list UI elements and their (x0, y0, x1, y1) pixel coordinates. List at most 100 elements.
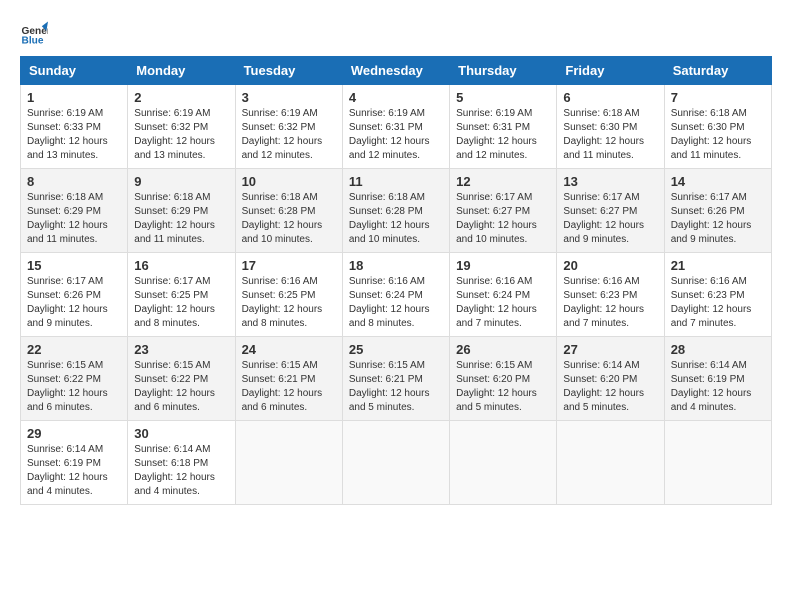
table-row: 20 Sunrise: 6:16 AM Sunset: 6:23 PM Dayl… (557, 253, 664, 337)
table-row: 10 Sunrise: 6:18 AM Sunset: 6:28 PM Dayl… (235, 169, 342, 253)
day-number: 3 (242, 90, 336, 105)
day-number: 19 (456, 258, 550, 273)
sunrise-label: Sunrise: 6:18 AM (134, 192, 210, 203)
sunset-label: Sunset: 6:31 PM (456, 122, 530, 133)
daylight-label: Daylight: 12 hours (134, 304, 215, 315)
day-number: 9 (134, 174, 228, 189)
day-info: Sunrise: 6:14 AM Sunset: 6:19 PM Dayligh… (27, 443, 121, 499)
sunset-label: Sunset: 6:29 PM (134, 206, 208, 217)
daylight-label: Daylight: 12 hours (456, 136, 537, 147)
day-number: 28 (671, 342, 765, 357)
day-info: Sunrise: 6:18 AM Sunset: 6:28 PM Dayligh… (349, 191, 443, 247)
daylight-minutes: and 7 minutes. (563, 318, 629, 329)
sunset-label: Sunset: 6:23 PM (563, 290, 637, 301)
day-number: 11 (349, 174, 443, 189)
table-row: 25 Sunrise: 6:15 AM Sunset: 6:21 PM Dayl… (342, 337, 449, 421)
table-row: 29 Sunrise: 6:14 AM Sunset: 6:19 PM Dayl… (21, 421, 128, 505)
day-number: 12 (456, 174, 550, 189)
table-row: 18 Sunrise: 6:16 AM Sunset: 6:24 PM Dayl… (342, 253, 449, 337)
day-info: Sunrise: 6:16 AM Sunset: 6:23 PM Dayligh… (563, 275, 657, 331)
sunset-label: Sunset: 6:28 PM (349, 206, 423, 217)
sunrise-label: Sunrise: 6:16 AM (671, 276, 747, 287)
sunset-label: Sunset: 6:20 PM (563, 374, 637, 385)
daylight-label: Daylight: 12 hours (27, 136, 108, 147)
sunset-label: Sunset: 6:27 PM (456, 206, 530, 217)
daylight-label: Daylight: 12 hours (456, 220, 537, 231)
sunrise-label: Sunrise: 6:16 AM (242, 276, 318, 287)
table-row: 22 Sunrise: 6:15 AM Sunset: 6:22 PM Dayl… (21, 337, 128, 421)
sunset-label: Sunset: 6:23 PM (671, 290, 745, 301)
day-number: 7 (671, 90, 765, 105)
sunset-label: Sunset: 6:32 PM (134, 122, 208, 133)
sunrise-label: Sunrise: 6:14 AM (563, 360, 639, 371)
day-info: Sunrise: 6:17 AM Sunset: 6:27 PM Dayligh… (563, 191, 657, 247)
day-number: 1 (27, 90, 121, 105)
daylight-label: Daylight: 12 hours (671, 220, 752, 231)
day-info: Sunrise: 6:19 AM Sunset: 6:33 PM Dayligh… (27, 107, 121, 163)
day-number: 25 (349, 342, 443, 357)
daylight-minutes: and 13 minutes. (134, 150, 205, 161)
logo: General Blue (20, 20, 52, 48)
sunset-label: Sunset: 6:31 PM (349, 122, 423, 133)
day-number: 27 (563, 342, 657, 357)
table-row: 24 Sunrise: 6:15 AM Sunset: 6:21 PM Dayl… (235, 337, 342, 421)
sunset-label: Sunset: 6:20 PM (456, 374, 530, 385)
sunrise-label: Sunrise: 6:16 AM (563, 276, 639, 287)
sunrise-label: Sunrise: 6:16 AM (349, 276, 425, 287)
day-info: Sunrise: 6:14 AM Sunset: 6:20 PM Dayligh… (563, 359, 657, 415)
day-number: 22 (27, 342, 121, 357)
day-number: 24 (242, 342, 336, 357)
daylight-minutes: and 11 minutes. (27, 234, 97, 245)
table-row (342, 421, 449, 505)
daylight-minutes: and 5 minutes. (563, 402, 629, 413)
table-row: 30 Sunrise: 6:14 AM Sunset: 6:18 PM Dayl… (128, 421, 235, 505)
day-info: Sunrise: 6:15 AM Sunset: 6:20 PM Dayligh… (456, 359, 550, 415)
table-row: 16 Sunrise: 6:17 AM Sunset: 6:25 PM Dayl… (128, 253, 235, 337)
table-row: 15 Sunrise: 6:17 AM Sunset: 6:26 PM Dayl… (21, 253, 128, 337)
day-info: Sunrise: 6:17 AM Sunset: 6:25 PM Dayligh… (134, 275, 228, 331)
daylight-minutes: and 12 minutes. (242, 150, 313, 161)
daylight-label: Daylight: 12 hours (27, 472, 108, 483)
day-number: 2 (134, 90, 228, 105)
sunrise-label: Sunrise: 6:15 AM (349, 360, 425, 371)
day-number: 10 (242, 174, 336, 189)
calendar-header-row: SundayMondayTuesdayWednesdayThursdayFrid… (21, 57, 772, 85)
day-info: Sunrise: 6:15 AM Sunset: 6:21 PM Dayligh… (242, 359, 336, 415)
daylight-minutes: and 5 minutes. (456, 402, 522, 413)
logo-icon: General Blue (20, 20, 48, 48)
calendar-week-row: 1 Sunrise: 6:19 AM Sunset: 6:33 PM Dayli… (21, 85, 772, 169)
day-info: Sunrise: 6:15 AM Sunset: 6:21 PM Dayligh… (349, 359, 443, 415)
table-row: 3 Sunrise: 6:19 AM Sunset: 6:32 PM Dayli… (235, 85, 342, 169)
table-row: 28 Sunrise: 6:14 AM Sunset: 6:19 PM Dayl… (664, 337, 771, 421)
sunset-label: Sunset: 6:27 PM (563, 206, 637, 217)
daylight-minutes: and 6 minutes. (27, 402, 93, 413)
daylight-minutes: and 12 minutes. (349, 150, 420, 161)
daylight-label: Daylight: 12 hours (349, 136, 430, 147)
day-info: Sunrise: 6:19 AM Sunset: 6:31 PM Dayligh… (456, 107, 550, 163)
daylight-label: Daylight: 12 hours (563, 388, 644, 399)
daylight-label: Daylight: 12 hours (134, 388, 215, 399)
calendar-week-row: 8 Sunrise: 6:18 AM Sunset: 6:29 PM Dayli… (21, 169, 772, 253)
calendar-header-thursday: Thursday (450, 57, 557, 85)
sunrise-label: Sunrise: 6:18 AM (242, 192, 318, 203)
sunrise-label: Sunrise: 6:14 AM (671, 360, 747, 371)
day-number: 5 (456, 90, 550, 105)
sunrise-label: Sunrise: 6:17 AM (456, 192, 532, 203)
table-row: 21 Sunrise: 6:16 AM Sunset: 6:23 PM Dayl… (664, 253, 771, 337)
calendar-header-sunday: Sunday (21, 57, 128, 85)
daylight-minutes: and 4 minutes. (27, 486, 93, 497)
daylight-label: Daylight: 12 hours (456, 388, 537, 399)
daylight-minutes: and 13 minutes. (27, 150, 98, 161)
daylight-label: Daylight: 12 hours (134, 220, 215, 231)
sunset-label: Sunset: 6:30 PM (671, 122, 745, 133)
sunrise-label: Sunrise: 6:19 AM (349, 108, 425, 119)
sunset-label: Sunset: 6:32 PM (242, 122, 316, 133)
sunrise-label: Sunrise: 6:17 AM (671, 192, 747, 203)
calendar-header-monday: Monday (128, 57, 235, 85)
daylight-minutes: and 8 minutes. (242, 318, 308, 329)
svg-text:Blue: Blue (22, 35, 44, 46)
daylight-label: Daylight: 12 hours (27, 388, 108, 399)
day-info: Sunrise: 6:19 AM Sunset: 6:32 PM Dayligh… (242, 107, 336, 163)
day-number: 8 (27, 174, 121, 189)
day-number: 13 (563, 174, 657, 189)
